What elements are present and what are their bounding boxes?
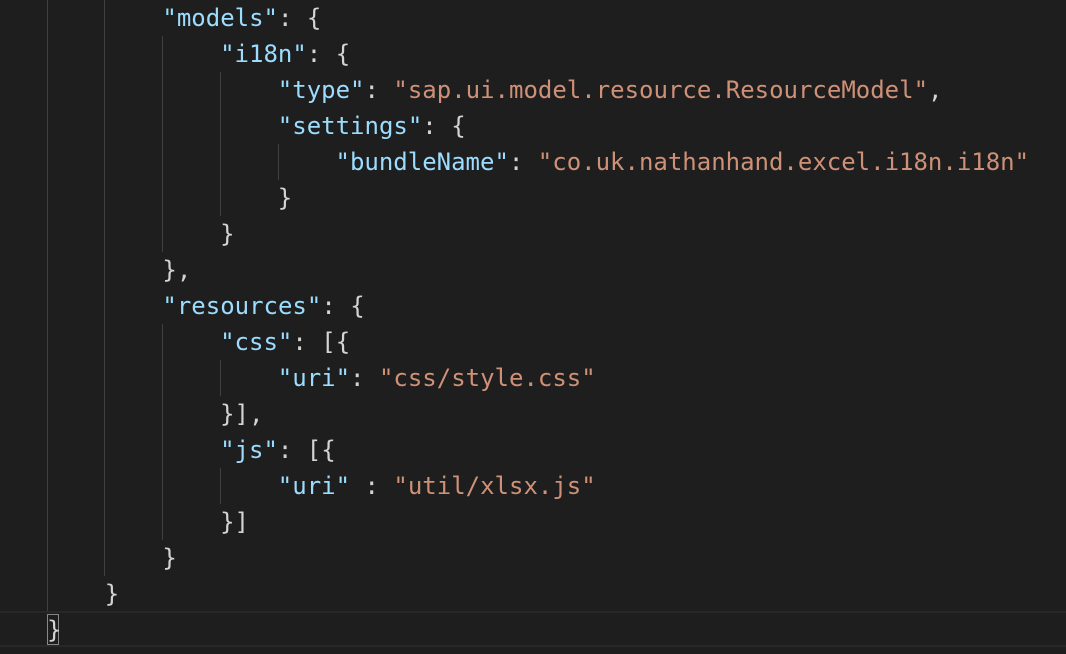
indent-guide <box>162 324 163 540</box>
json-punctuation: : [{ <box>277 436 336 464</box>
json-punctuation: : <box>508 148 538 176</box>
json-punctuation: }] <box>220 508 249 536</box>
json-key: "resources" <box>162 292 322 320</box>
json-key: "settings" <box>277 112 423 140</box>
json-key: "type" <box>277 76 365 104</box>
indent-guide <box>220 468 221 504</box>
json-punctuation: : <box>350 364 379 392</box>
code-line[interactable]: } <box>105 576 119 612</box>
json-punctuation: } <box>104 580 120 608</box>
indent-guide <box>104 0 105 576</box>
json-punctuation: , <box>928 76 943 104</box>
code-line[interactable]: "uri" : "util/xlsx.js" <box>278 468 596 504</box>
json-key: "bundleName" <box>335 148 509 176</box>
code-line[interactable]: }, <box>162 252 191 288</box>
code-line[interactable]: "css": [{ <box>220 324 350 360</box>
json-punctuation: } <box>277 184 293 212</box>
indent-guide <box>220 360 221 396</box>
code-line[interactable]: "i18n": { <box>220 36 350 72</box>
json-punctuation: } <box>162 544 177 572</box>
json-punctuation: }], <box>220 400 264 428</box>
json-string-value: "sap.ui.model.resource.ResourceModel" <box>393 76 929 104</box>
json-key: "i18n" <box>220 40 307 68</box>
code-line[interactable]: "bundleName": "co.uk.nathanhand.excel.i1… <box>336 144 1030 180</box>
code-line[interactable]: "settings": { <box>278 108 466 144</box>
json-key: "css" <box>220 328 293 356</box>
code-editor[interactable]: "models": {"i18n": {"type": "sap.ui.mode… <box>0 0 1066 654</box>
code-line[interactable]: "models": { <box>162 0 321 36</box>
json-punctuation: : [{ <box>292 328 351 356</box>
json-punctuation: : <box>364 76 394 104</box>
code-line[interactable]: }], <box>220 396 263 432</box>
json-key: "uri" <box>277 472 351 500</box>
code-line[interactable]: "js": [{ <box>220 432 336 468</box>
json-punctuation: : { <box>321 292 365 320</box>
code-line[interactable]: } <box>220 216 234 252</box>
indent-guide <box>162 36 163 252</box>
current-line-highlight <box>0 611 1066 647</box>
indent-guide <box>278 144 279 180</box>
code-line[interactable]: } <box>162 540 176 576</box>
json-punctuation: : { <box>422 112 466 140</box>
json-punctuation: }, <box>162 256 192 284</box>
indent-guide <box>47 0 48 611</box>
json-punctuation: } <box>220 220 235 248</box>
json-key: "uri" <box>277 364 351 392</box>
code-line[interactable]: "uri": "css/style.css" <box>278 360 596 396</box>
json-key: "js" <box>220 436 278 464</box>
json-string-value: "util/xlsx.js" <box>393 472 596 500</box>
json-punctuation: : { <box>277 4 322 32</box>
code-line[interactable]: } <box>47 612 61 648</box>
indent-guide <box>220 72 221 216</box>
json-key: "models" <box>162 4 278 32</box>
code-line[interactable]: "resources": { <box>162 288 364 324</box>
json-punctuation: } <box>47 616 62 644</box>
json-string-value: "css/style.css" <box>378 364 596 392</box>
json-string-value: "co.uk.nathanhand.excel.i18n.i18n" <box>537 148 1030 176</box>
code-line[interactable]: } <box>278 180 292 216</box>
json-punctuation: : <box>350 472 394 500</box>
code-line[interactable]: }] <box>220 504 249 540</box>
code-line[interactable]: "type": "sap.ui.model.resource.ResourceM… <box>278 72 943 108</box>
json-punctuation: : { <box>306 40 351 68</box>
